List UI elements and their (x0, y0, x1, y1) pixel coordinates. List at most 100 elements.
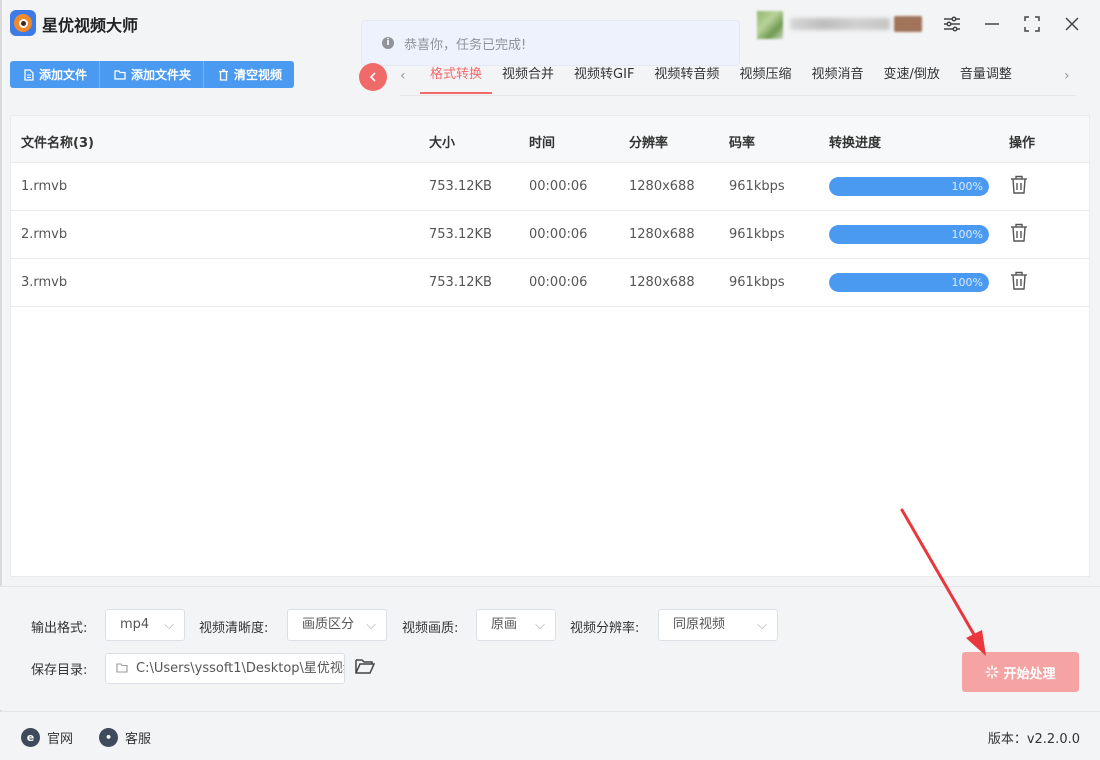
cell-time: 00:00:06 (529, 275, 588, 290)
chevron-down-icon: ⌵ (366, 618, 376, 633)
chevron-left-icon (369, 72, 376, 82)
footer-bar: e 官网 • 客服 版本：v2.2.0.0 (0, 711, 1100, 760)
cell-time: 00:00:06 (529, 179, 588, 194)
settings-sliders-icon[interactable] (940, 12, 964, 36)
output-format-value: mp4 (120, 617, 150, 632)
chat-bubble-icon: • (99, 728, 118, 747)
app-logo-icon (10, 10, 36, 36)
progress-label: 100% (951, 276, 983, 289)
resolution-select[interactable]: 同原视频 ⌵ (658, 609, 778, 641)
header-file-name: 文件名称(3) (21, 136, 94, 151)
add-file-button[interactable]: 添加文件 (10, 61, 100, 88)
cell-size: 753.12KB (429, 275, 492, 290)
table-row[interactable]: 3.rmvb 753.12KB 00:00:06 1280x688 961kbp… (11, 259, 1089, 307)
clear-video-label: 清空视频 (234, 68, 283, 82)
chevron-down-icon: ⌵ (757, 618, 767, 633)
support-label: 客服 (125, 732, 152, 747)
save-dir-input[interactable]: C:\Users\yssoft1\Desktop\星优视频 (105, 653, 345, 684)
website-link[interactable]: e 官网 (21, 728, 73, 747)
user-avatar[interactable] (757, 11, 783, 39)
version-text: 版本：v2.2.0.0 (987, 732, 1080, 747)
cell-file-name: 1.rmvb (21, 179, 68, 194)
toast-message: 恭喜你，任务已完成! (404, 37, 527, 53)
clarity-value: 画质区分 (302, 617, 355, 632)
progress-label: 100% (951, 180, 983, 193)
trash-icon (219, 68, 229, 81)
chevron-down-icon: ⌵ (535, 618, 545, 633)
minimize-icon[interactable] (980, 12, 1004, 36)
clear-video-button[interactable]: 清空视频 (203, 61, 295, 88)
tabs-prev-icon[interactable]: ‹ (400, 68, 406, 84)
save-dir-label: 保存目录: (31, 663, 88, 678)
close-icon[interactable] (1060, 12, 1084, 36)
file-actions: 添加文件 添加文件夹 清空视频 (10, 61, 295, 88)
cell-resolution: 1280x688 (629, 275, 695, 290)
ie-globe-icon: e (21, 728, 40, 747)
tab-video-merge[interactable]: 视频合并 (492, 58, 564, 94)
clarity-label: 视频清晰度: (199, 621, 269, 636)
folder-icon (114, 70, 126, 80)
clarity-select[interactable]: 画质区分 ⌵ (287, 609, 387, 641)
table-row[interactable]: 1.rmvb 753.12KB 00:00:06 1280x688 961kbp… (11, 163, 1089, 211)
resolution-label: 视频分辨率: (570, 621, 640, 636)
cell-file-name: 3.rmvb (21, 275, 68, 290)
tabs-next-icon[interactable]: › (1064, 68, 1070, 84)
delete-row-icon[interactable] (1010, 175, 1028, 199)
support-link[interactable]: • 客服 (99, 728, 151, 747)
add-file-label: 添加文件 (39, 68, 88, 82)
app-title: 星优视频大师 (42, 16, 139, 35)
vip-badge (894, 16, 922, 32)
progress-label: 100% (951, 228, 983, 241)
quality-value: 原画 (491, 617, 518, 632)
output-format-select[interactable]: mp4 ⌵ (105, 609, 185, 641)
cell-resolution: 1280x688 (629, 227, 695, 242)
output-format-label: 输出格式: (31, 621, 88, 636)
table-row[interactable]: 2.rmvb 753.12KB 00:00:06 1280x688 961kbp… (11, 211, 1089, 259)
tab-format-convert[interactable]: 格式转换 (420, 58, 493, 94)
tabs-divider (400, 95, 1076, 96)
open-folder-icon[interactable] (355, 657, 376, 679)
delete-row-icon[interactable] (1010, 223, 1028, 247)
info-icon: i (382, 37, 394, 49)
collapse-left-button[interactable] (359, 63, 387, 91)
cell-resolution: 1280x688 (629, 179, 695, 194)
progress-bar: 100% (829, 273, 989, 292)
progress-bar: 100% (829, 225, 989, 244)
save-dir-value: C:\Users\yssoft1\Desktop\星优视频 (136, 661, 345, 676)
username-blurred (790, 18, 890, 30)
tab-video-compress[interactable]: 视频压缩 (729, 58, 801, 94)
tab-speed-reverse[interactable]: 变速/倒放 (873, 58, 949, 94)
cell-bitrate: 961kbps (729, 179, 785, 194)
maximize-icon[interactable] (1020, 12, 1044, 36)
progress-bar: 100% (829, 177, 989, 196)
cell-file-name: 2.rmvb (21, 227, 68, 242)
file-icon (24, 68, 34, 81)
cell-bitrate: 961kbps (729, 275, 785, 290)
quality-label: 视频画质: (402, 621, 459, 636)
quality-select[interactable]: 原画 ⌵ (476, 609, 556, 641)
header-time: 时间 (529, 136, 556, 151)
tab-video-to-gif[interactable]: 视频转GIF (564, 58, 644, 94)
add-folder-label: 添加文件夹 (131, 68, 192, 82)
cell-time: 00:00:06 (529, 227, 588, 242)
add-folder-button[interactable]: 添加文件夹 (99, 61, 204, 88)
loading-spinner-icon (985, 665, 1000, 679)
header-resolution: 分辨率 (629, 136, 669, 151)
tool-tabs: 格式转换 视频合并 视频转GIF 视频转音频 视频压缩 视频消音 变速/倒放 音… (420, 58, 1022, 96)
header-size: 大小 (429, 136, 456, 151)
tab-volume-adjust[interactable]: 音量调整 (950, 58, 1022, 94)
website-label: 官网 (47, 732, 74, 747)
chevron-down-icon: ⌵ (164, 618, 174, 633)
start-processing-label: 开始处理 (1003, 666, 1056, 682)
tab-video-to-audio[interactable]: 视频转音频 (644, 58, 729, 94)
folder-outline-icon (116, 663, 128, 673)
header-bitrate: 码率 (729, 136, 756, 151)
header-action: 操作 (1009, 136, 1036, 151)
header-progress: 转换进度 (829, 136, 882, 151)
resolution-value: 同原视频 (673, 617, 726, 632)
table-header: 文件名称(3) 大小 时间 分辨率 码率 转换进度 操作 (11, 116, 1089, 163)
tab-video-mute[interactable]: 视频消音 (801, 58, 873, 94)
cell-size: 753.12KB (429, 179, 492, 194)
red-arrow-annotation (900, 508, 986, 656)
delete-row-icon[interactable] (1010, 271, 1028, 295)
